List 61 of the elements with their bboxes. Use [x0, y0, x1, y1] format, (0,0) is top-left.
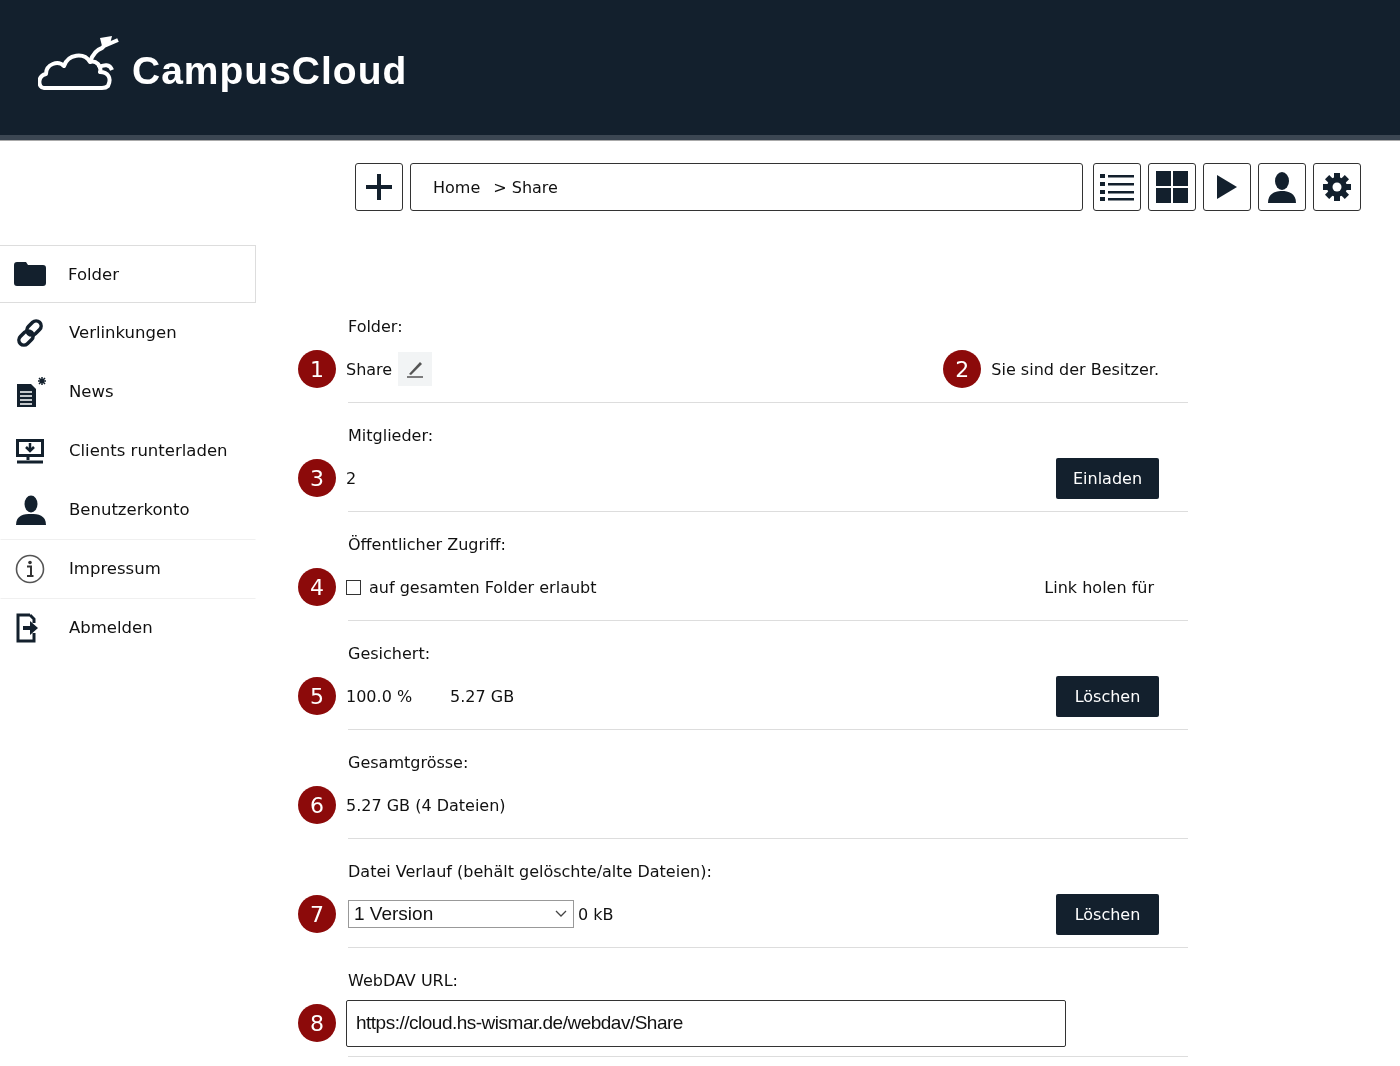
number-badge: 5 [298, 677, 336, 715]
logo-text: CampusCloud [132, 50, 408, 90]
field-label: Mitglieder: [348, 425, 435, 447]
plus-icon [364, 172, 394, 202]
field-label: Gesamtgrösse: [348, 752, 470, 774]
number-badge: 8 [298, 1004, 336, 1042]
user-button[interactable] [1258, 163, 1306, 211]
sidebar-item[interactable]: Verlinkungen [0, 303, 256, 362]
link-icon [15, 317, 45, 348]
play-button[interactable] [1203, 163, 1251, 211]
info-icon [15, 553, 45, 584]
field-value: 5.27 GB (4 Dateien) [346, 795, 506, 815]
grid-view-button[interactable] [1148, 163, 1196, 211]
list-icon [1100, 173, 1134, 201]
sidebar-item[interactable]: Folder [0, 245, 256, 303]
play-icon [1215, 174, 1239, 200]
grid-icon [1156, 171, 1188, 203]
list-view-button[interactable] [1093, 163, 1141, 211]
number-badge: 3 [298, 459, 336, 497]
user-icon [1266, 171, 1298, 203]
news-document-icon [15, 375, 47, 408]
field-label: Folder: [348, 316, 404, 338]
link-text[interactable]: Link holen für [1044, 577, 1154, 597]
settings-icon [1322, 172, 1352, 202]
monitor-download-icon [15, 437, 45, 464]
number-badge: 6 [298, 786, 336, 824]
number-badge: 7 [298, 895, 336, 933]
sidebar-item[interactable]: Abmelden [0, 598, 256, 657]
pencil-icon [405, 359, 426, 379]
owner-text: Sie sind der Besitzer. [991, 359, 1159, 379]
breadcrumb-link[interactable]: > Share [493, 177, 558, 197]
field-label: Gesichert: [348, 643, 432, 665]
url-field[interactable]: https://cloud.hs-wismar.de/webdav/Share [346, 999, 1066, 1047]
add-button[interactable] [355, 163, 403, 211]
number-badge: 4 [298, 568, 336, 606]
field-label: WebDAV URL: [348, 970, 459, 992]
field-value: 5.27 GB [450, 686, 515, 706]
field-value: 100.0 % [346, 686, 413, 706]
sidebar-item[interactable]: Clients runterladen [0, 421, 256, 480]
edit-button[interactable] [398, 352, 433, 386]
number-badge: 2 [943, 350, 982, 388]
settings-button[interactable] [1313, 163, 1361, 211]
action-button[interactable]: Löschen [1056, 893, 1159, 935]
action-button[interactable]: Löschen [1056, 675, 1159, 717]
folder-name: Share [346, 359, 393, 379]
field-value: 2 [346, 468, 357, 488]
sidebar-item[interactable]: News [0, 362, 256, 421]
sidebar-item[interactable]: Benutzerkonto [0, 480, 256, 539]
checkbox[interactable] [346, 579, 361, 595]
sidebar-item[interactable]: Impressum [0, 539, 256, 598]
field-value: 0 kB [578, 904, 614, 924]
user-icon [15, 494, 47, 525]
folder-icon [14, 262, 46, 286]
number-badge: 1 [298, 350, 336, 388]
checkbox-label: auf gesamten Folder erlaubt [369, 577, 597, 597]
version-dropdown[interactable]: 1 Version [348, 900, 574, 928]
breadcrumb-link[interactable]: Home [433, 177, 481, 197]
field-label: Öffentlicher Zugriff: [348, 534, 507, 556]
chevron-down-icon [555, 910, 567, 918]
field-label: Datei Verlauf (behält gelöschte/alte Dateien): [348, 861, 713, 883]
action-button[interactable]: Einladen [1056, 457, 1159, 499]
